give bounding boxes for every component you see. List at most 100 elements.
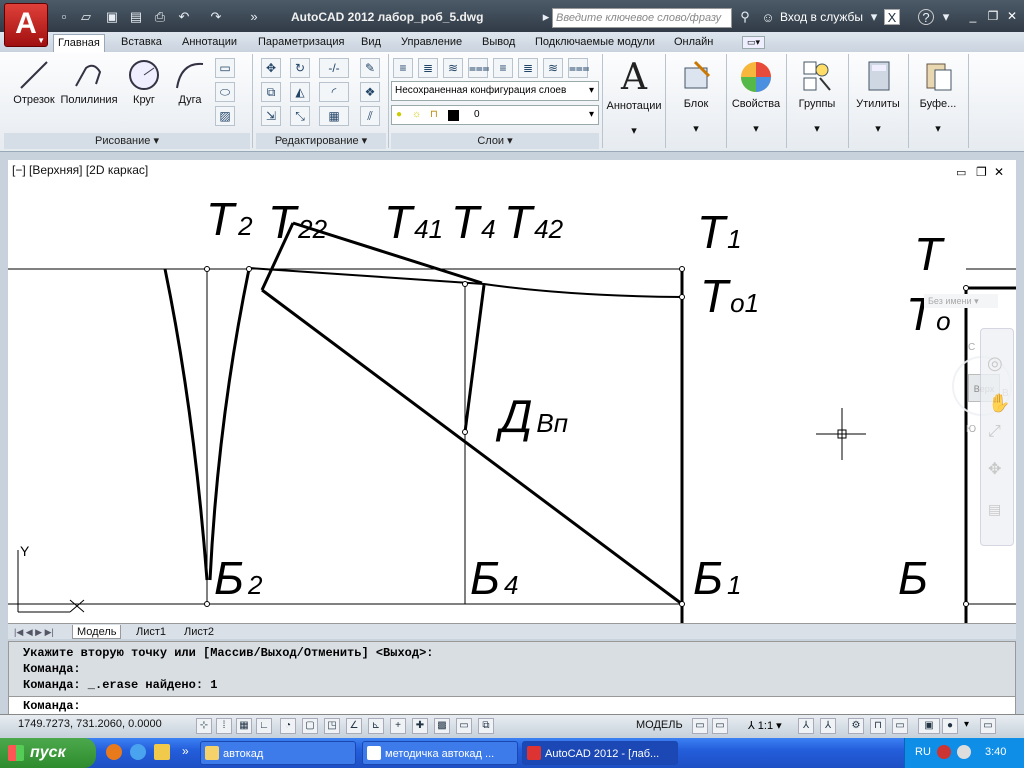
grid-icon[interactable]: ▦ <box>236 718 252 734</box>
clock[interactable]: 3:40 <box>985 746 1006 758</box>
tab-parametric[interactable]: Параметризация <box>254 34 348 52</box>
ducs-icon[interactable]: ⊾ <box>368 718 384 734</box>
close-icon[interactable]: ✕ <box>1005 9 1019 23</box>
binoculars-icon[interactable]: ⚲ <box>737 9 753 25</box>
search-input[interactable]: Введите ключевое слово/фразу <box>552 8 732 28</box>
layout-nav-arrows[interactable]: |◀ ◀ ▶ ▶| <box>10 625 58 639</box>
steering-wheel-icon[interactable]: ◎ <box>987 353 1003 374</box>
autoscale-icon[interactable]: ⅄ <box>820 718 836 734</box>
layer-walk-icon[interactable]: ⩶ <box>568 58 590 78</box>
quick-properties-icon[interactable]: ▭ <box>456 718 472 734</box>
save-icon[interactable]: ▣ <box>104 9 120 25</box>
lock-icon[interactable]: ⊓ <box>870 718 886 734</box>
groups-panel-button[interactable]: Группы ▾ <box>788 56 846 135</box>
notes-icon[interactable] <box>154 744 170 760</box>
layer-state-dropdown[interactable]: Несохраненная конфигурация слоев ▾ <box>391 81 599 101</box>
hardware-acceleration-icon[interactable]: ▭ <box>892 718 908 734</box>
layer-off-icon[interactable]: ≋ <box>443 58 463 78</box>
clean-screen-icon[interactable]: ▭ <box>980 718 996 734</box>
status-menu-icon[interactable]: ▾ <box>964 719 969 730</box>
rotate-icon[interactable]: ↻ <box>290 58 310 78</box>
showmotion-icon[interactable]: ▤ <box>988 501 1001 518</box>
quick-view-layouts-icon[interactable]: ▭ <box>692 718 708 734</box>
circle-tool[interactable]: Круг <box>122 56 166 106</box>
tab-manage[interactable]: Управление <box>397 34 466 52</box>
lineweight-icon[interactable]: ✚ <box>412 718 428 734</box>
drawing-viewport[interactable]: [−] [Верхняя] [2D каркас] ▭ ❐ ✕ Y Т 2 Т2… <box>8 160 1016 623</box>
infer-constraints-icon[interactable]: ⊹ <box>196 718 212 734</box>
array-icon[interactable]: ▦ <box>319 106 349 126</box>
new-file-icon[interactable]: ▫ <box>56 9 72 25</box>
ribbon-minimize-icon[interactable]: ▭▾ <box>742 36 766 49</box>
help-dropdown-icon[interactable]: ▾ <box>938 9 954 25</box>
offset-icon[interactable]: ⫽ <box>360 106 380 126</box>
open-file-icon[interactable]: ▱ <box>78 9 94 25</box>
viewcube-north[interactable]: С <box>968 342 975 353</box>
quick-view-drawings-icon[interactable]: ▭ <box>712 718 728 734</box>
line-tool[interactable]: Отрезок <box>10 56 58 106</box>
restore-icon[interactable]: ❐ <box>986 9 1000 23</box>
mirror-icon[interactable]: ◭ <box>290 82 310 102</box>
3d-osnap-icon[interactable]: ◳ <box>324 718 340 734</box>
tab-model[interactable]: Модель <box>72 625 122 639</box>
draw-panel-title[interactable]: Рисование ▾ <box>4 133 250 149</box>
ucs-menu[interactable]: Без имени ▾ <box>924 294 998 308</box>
snap-mode-icon[interactable]: ⁞ <box>216 718 232 734</box>
trim-icon[interactable]: -/- <box>319 58 349 78</box>
scale-icon[interactable]: ⤡ <box>290 106 310 126</box>
viewcube-south[interactable]: Ю <box>966 424 976 435</box>
selection-cycling-icon[interactable]: ⧉ <box>478 718 494 734</box>
layer-properties-icon[interactable]: ≡ <box>393 58 413 78</box>
tab-plugins[interactable]: Подключаемые модули <box>531 34 659 52</box>
tab-online[interactable]: Онлайн <box>670 34 717 52</box>
print-icon[interactable]: ⎙ <box>152 9 168 25</box>
command-input[interactable]: Команда: <box>9 696 1015 714</box>
annotation-scale[interactable]: ⅄ 1:1 ▾ <box>748 719 782 732</box>
layer-lock-icon[interactable]: ≣ <box>518 58 538 78</box>
orbit-icon[interactable]: ✥ <box>988 459 1001 479</box>
layer-isolate-icon[interactable]: ⩶ <box>468 58 490 78</box>
taskbar-item-word[interactable]: методичка автокад ... <box>362 741 518 765</box>
layer-freeze-icon[interactable]: ≡ <box>493 58 513 78</box>
model-space-toggle[interactable]: МОДЕЛЬ <box>636 719 683 731</box>
taskbar-item-folder[interactable]: автокад <box>200 741 356 765</box>
tab-view[interactable]: Вид <box>357 34 385 52</box>
modify-panel-title[interactable]: Редактирование ▾ <box>256 133 386 149</box>
polar-icon[interactable]: ◔ <box>280 718 296 734</box>
signin-dropdown-icon[interactable]: ▾ <box>866 9 882 25</box>
polyline-tool[interactable]: Полилиния <box>60 56 118 106</box>
language-indicator[interactable]: RU <box>915 746 931 758</box>
properties-panel-button[interactable]: Свойства ▾ <box>728 56 784 135</box>
layers-panel-title[interactable]: Слои ▾ <box>391 133 599 149</box>
tab-home[interactable]: Главная <box>53 34 105 52</box>
tab-sheet2[interactable]: Лист2 <box>180 625 218 639</box>
redo-icon[interactable]: ↷ <box>208 9 224 25</box>
tray-network-icon[interactable] <box>957 745 971 759</box>
arc-tool[interactable]: Дуга <box>170 56 210 106</box>
utilities-panel-button[interactable]: Утилиты ▾ <box>850 56 906 135</box>
transparency-icon[interactable]: ▩ <box>434 718 450 734</box>
move-icon[interactable]: ✥ <box>261 58 281 78</box>
annotation-visibility-icon[interactable]: ⅄ <box>798 718 814 734</box>
start-button[interactable]: пуск <box>0 738 96 768</box>
tab-output[interactable]: Вывод <box>478 34 519 52</box>
tab-annotate[interactable]: Аннотации <box>178 34 241 52</box>
current-layer-dropdown[interactable]: ● ☼ ⊓ 0 ▾ <box>391 105 599 125</box>
lightbulb-icon[interactable]: ● <box>942 718 958 734</box>
application-menu-button[interactable]: A ▼ <box>4 3 48 47</box>
ellipse-icon[interactable]: ⬭ <box>215 82 235 102</box>
undo-icon[interactable]: ↶ <box>176 9 192 25</box>
exchange-icon[interactable]: X <box>884 9 900 25</box>
layer-icon[interactable]: ≣ <box>418 58 438 78</box>
stretch-icon[interactable]: ⇲ <box>261 106 281 126</box>
osnap-icon[interactable]: ▢ <box>302 718 318 734</box>
isolate-objects-icon[interactable]: ▣ <box>918 718 940 734</box>
pan-hand-icon[interactable]: ✋ <box>988 393 1010 414</box>
block-panel-button[interactable]: Блок ▾ <box>667 56 725 135</box>
copy-icon[interactable]: ⧉ <box>261 82 281 102</box>
explode-icon[interactable]: ❖ <box>360 82 380 102</box>
rectangle-icon[interactable]: ▭ <box>215 58 235 78</box>
save-as-icon[interactable]: ▤ <box>128 9 144 25</box>
quicklaunch-more-icon[interactable]: » <box>182 744 189 758</box>
taskbar-item-autocad[interactable]: AutoCAD 2012 - [лаб... <box>522 741 678 765</box>
